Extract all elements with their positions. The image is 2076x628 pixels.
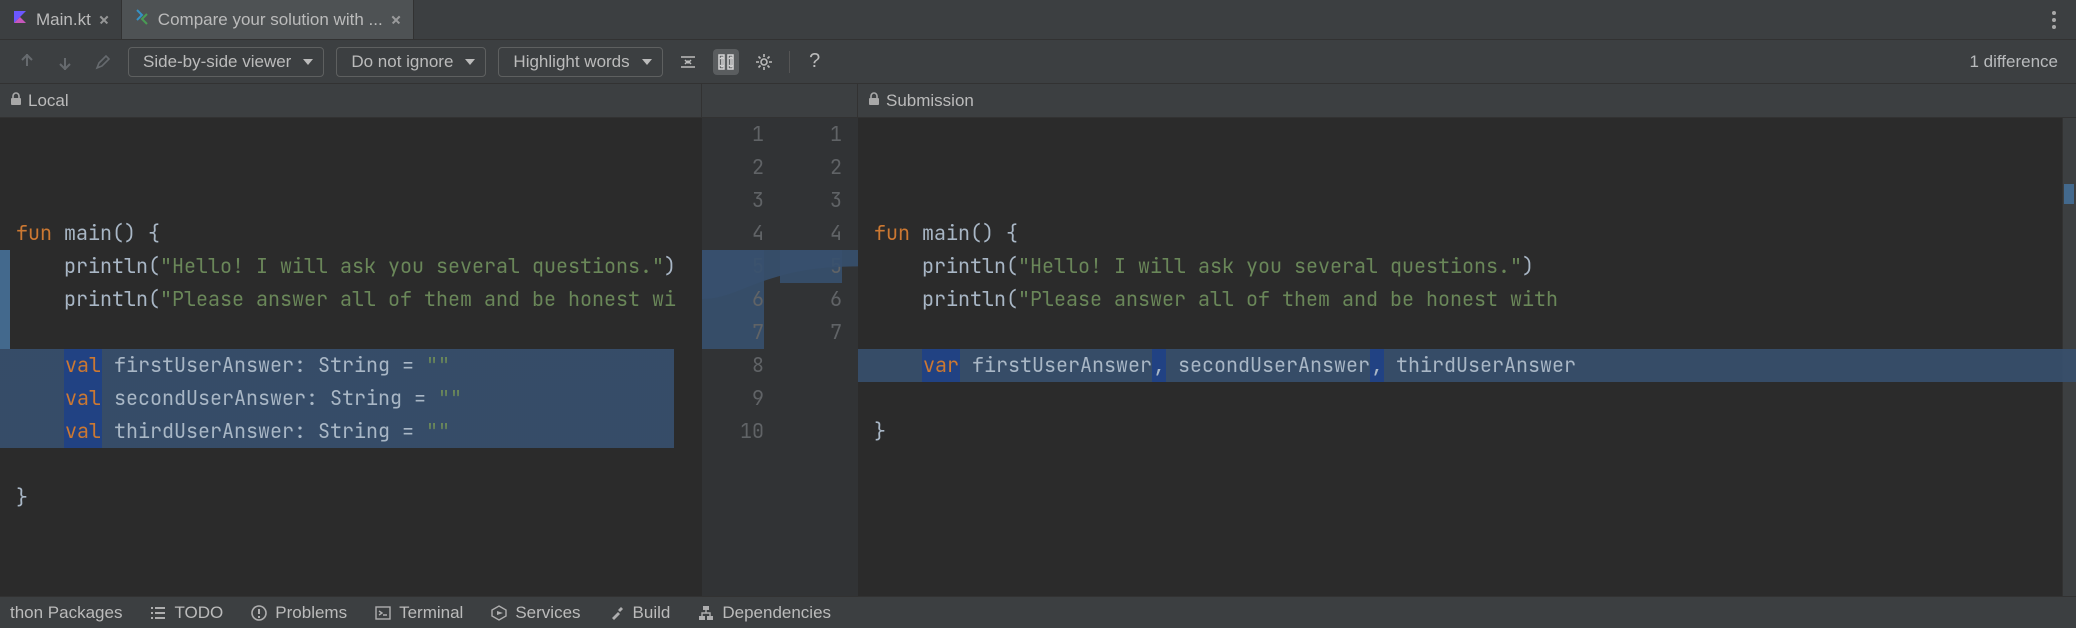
tool-python-packages[interactable]: thon Packages xyxy=(10,603,122,623)
editor-tabs: Main.kt Compare your solution with ... xyxy=(0,0,2076,40)
tab-label: Compare your solution with ... xyxy=(158,10,383,30)
tool-todo[interactable]: TODO xyxy=(150,603,223,623)
diff-count: 1 difference xyxy=(1969,52,2062,72)
help-button[interactable]: ? xyxy=(802,49,828,75)
pane-headers: Local Submission xyxy=(0,84,2076,118)
code-line[interactable]: val thirdUserAnswer: String = "" xyxy=(0,415,702,448)
tool-build[interactable]: Build xyxy=(609,603,671,623)
lock-icon xyxy=(868,91,880,111)
code-line[interactable]: } xyxy=(0,481,702,514)
code-line[interactable]: fun main() { xyxy=(0,217,702,250)
tool-dependencies[interactable]: Dependencies xyxy=(698,603,831,623)
combo-label: Do not ignore xyxy=(351,52,453,72)
tab-label: Main.kt xyxy=(36,10,91,30)
right-editor[interactable]: fun main() { println("Hello! I will ask … xyxy=(858,118,2076,596)
code-line[interactable] xyxy=(858,382,2076,415)
list-icon xyxy=(150,606,166,620)
next-diff-button[interactable] xyxy=(52,49,78,75)
pane-title: Local xyxy=(28,91,69,111)
tab-options-menu[interactable] xyxy=(2040,0,2068,39)
pane-title: Submission xyxy=(886,91,974,111)
collapse-unchanged-button[interactable] xyxy=(675,49,701,75)
code-line[interactable]: println("Hello! I will ask you several q… xyxy=(858,250,2076,283)
code-line[interactable]: } xyxy=(858,415,2076,448)
viewer-mode-select[interactable]: Side-by-side viewer xyxy=(128,47,324,77)
tab-compare[interactable]: Compare your solution with ... xyxy=(122,0,414,39)
deps-icon xyxy=(698,605,714,621)
line-number-gutter: 12345678910 1234567 xyxy=(702,118,858,596)
prev-diff-button[interactable] xyxy=(14,49,40,75)
code-line[interactable]: println("Please answer all of them and b… xyxy=(0,283,702,316)
left-editor[interactable]: fun main() { println("Hello! I will ask … xyxy=(0,118,702,596)
chevron-down-icon xyxy=(642,59,652,65)
sync-scroll-button[interactable] xyxy=(713,49,739,75)
right-pane-header: Submission xyxy=(858,84,2076,117)
settings-button[interactable] xyxy=(751,49,777,75)
chevron-down-icon xyxy=(303,59,313,65)
combo-label: Highlight words xyxy=(513,52,629,72)
edit-icon[interactable] xyxy=(90,49,116,75)
tab-main-kt[interactable]: Main.kt xyxy=(0,0,122,39)
diff-icon xyxy=(134,9,150,30)
code-line[interactable]: fun main() { xyxy=(858,217,2076,250)
code-line[interactable] xyxy=(0,316,702,349)
services-icon xyxy=(491,605,507,621)
code-line[interactable]: println("Hello! I will ask you several q… xyxy=(0,250,702,283)
close-icon[interactable] xyxy=(99,15,109,25)
code-line[interactable]: val firstUserAnswer: String = "" xyxy=(0,349,702,382)
warning-icon xyxy=(251,605,267,621)
highlight-mode-select[interactable]: Highlight words xyxy=(498,47,662,77)
tool-problems[interactable]: Problems xyxy=(251,603,347,623)
code-line[interactable]: var firstUserAnswer, secondUserAnswer, t… xyxy=(858,349,2076,382)
diff-view: fun main() { println("Hello! I will ask … xyxy=(0,118,2076,596)
chevron-down-icon xyxy=(465,59,475,65)
combo-label: Side-by-side viewer xyxy=(143,52,291,72)
terminal-icon xyxy=(375,606,391,620)
code-line[interactable] xyxy=(0,514,702,547)
code-line[interactable]: println("Please answer all of them and b… xyxy=(858,283,2076,316)
tool-services[interactable]: Services xyxy=(491,603,580,623)
lock-icon xyxy=(10,91,22,111)
hammer-icon xyxy=(609,605,625,621)
diff-toolbar: Side-by-side viewer Do not ignore Highli… xyxy=(0,40,2076,84)
code-line[interactable]: val secondUserAnswer: String = "" xyxy=(0,382,702,415)
code-line[interactable] xyxy=(858,316,2076,349)
tool-window-bar: thon Packages TODO Problems Terminal Ser… xyxy=(0,596,2076,628)
ignore-mode-select[interactable]: Do not ignore xyxy=(336,47,486,77)
kotlin-file-icon xyxy=(12,9,28,30)
tool-terminal[interactable]: Terminal xyxy=(375,603,463,623)
code-line[interactable] xyxy=(0,448,702,481)
left-pane-header: Local xyxy=(0,84,702,117)
close-icon[interactable] xyxy=(391,15,401,25)
